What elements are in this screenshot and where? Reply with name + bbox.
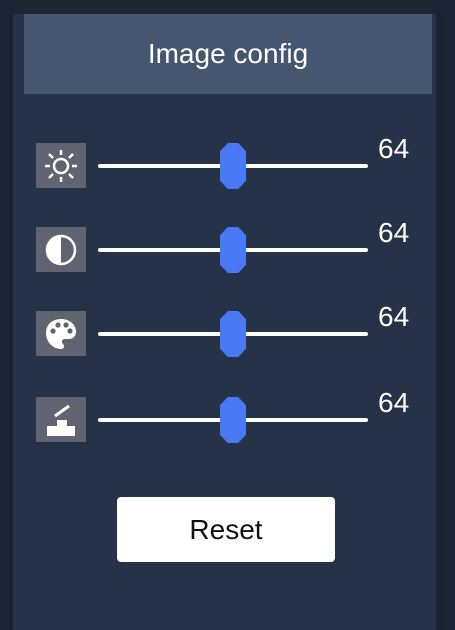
saturation-value: 64 — [378, 301, 410, 332]
sharpness-slider-row: 64 — [36, 387, 436, 447]
sharpness-value: 64 — [378, 387, 410, 418]
sharpness-slider-thumb[interactable] — [220, 397, 246, 443]
contrast-value: 64 — [378, 217, 410, 248]
brightness-value: 64 — [378, 133, 410, 164]
brightness-slider-thumb[interactable] — [220, 143, 246, 189]
reset-button[interactable]: Reset — [117, 497, 335, 562]
contrast-icon — [36, 227, 86, 272]
sharpness-icon — [36, 397, 86, 442]
saturation-slider-thumb[interactable] — [220, 311, 246, 357]
contrast-slider-row: 64 — [36, 217, 436, 277]
saturation-slider-row: 64 — [36, 301, 436, 361]
contrast-slider-thumb[interactable] — [220, 227, 246, 273]
palette-icon — [36, 311, 86, 356]
brightness-slider-row: 64 — [36, 133, 436, 193]
brightness-icon — [36, 143, 86, 188]
panel-title: Image config — [24, 14, 432, 94]
